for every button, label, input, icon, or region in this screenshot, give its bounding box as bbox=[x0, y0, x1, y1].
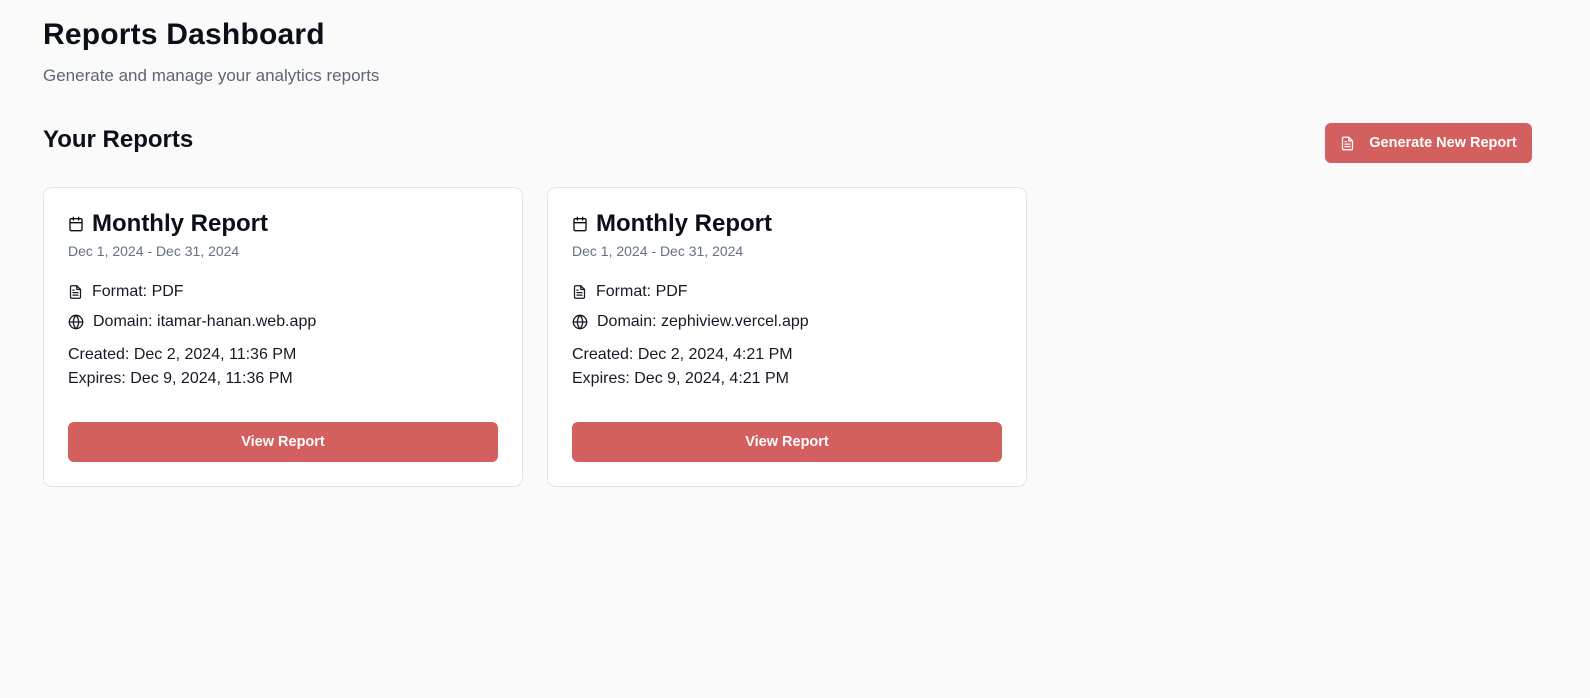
file-text-icon bbox=[68, 284, 83, 300]
generate-new-report-button[interactable]: Generate New Report bbox=[1325, 123, 1532, 163]
report-card: Monthly Report Dec 1, 2024 - Dec 31, 202… bbox=[43, 187, 523, 487]
report-format-row: Format: PDF bbox=[572, 283, 1002, 301]
report-dates: Created: Dec 2, 2024, 11:36 PM Expires: … bbox=[68, 343, 498, 391]
page-title: Reports Dashboard bbox=[43, 18, 325, 51]
report-domain: Domain: itamar-hanan.web.app bbox=[93, 313, 317, 330]
view-report-button[interactable]: View Report bbox=[572, 422, 1002, 462]
report-date-range: Dec 1, 2024 - Dec 31, 2024 bbox=[68, 243, 240, 259]
report-format-row: Format: PDF bbox=[68, 283, 498, 301]
report-dates: Created: Dec 2, 2024, 4:21 PM Expires: D… bbox=[572, 343, 1002, 391]
globe-icon bbox=[572, 314, 588, 330]
report-domain-row: Domain: itamar-hanan.web.app bbox=[68, 313, 498, 331]
file-text-icon bbox=[1340, 135, 1355, 152]
reports-dashboard-page: Reports Dashboard Generate and manage yo… bbox=[0, 0, 1590, 698]
generate-new-report-label: Generate New Report bbox=[1369, 135, 1517, 151]
report-title: Monthly Report bbox=[596, 210, 772, 237]
report-domain: Domain: zephiview.vercel.app bbox=[597, 313, 809, 330]
report-title: Monthly Report bbox=[92, 210, 268, 237]
report-expires: Expires: Dec 9, 2024, 11:36 PM bbox=[68, 370, 293, 387]
report-domain-row: Domain: zephiview.vercel.app bbox=[572, 313, 1002, 331]
report-cards: Monthly Report Dec 1, 2024 - Dec 31, 202… bbox=[43, 187, 1027, 487]
file-text-icon bbox=[572, 284, 587, 300]
report-format: Format: PDF bbox=[596, 283, 688, 300]
report-created: Created: Dec 2, 2024, 11:36 PM bbox=[68, 346, 297, 363]
view-report-button[interactable]: View Report bbox=[68, 422, 498, 462]
report-expires: Expires: Dec 9, 2024, 4:21 PM bbox=[572, 370, 789, 387]
report-created: Created: Dec 2, 2024, 4:21 PM bbox=[572, 346, 793, 363]
section-title: Your Reports bbox=[43, 126, 194, 153]
report-format: Format: PDF bbox=[92, 283, 184, 300]
report-card-header: Monthly Report bbox=[572, 210, 1002, 238]
page-subtitle: Generate and manage your analytics repor… bbox=[43, 66, 380, 85]
report-card: Monthly Report Dec 1, 2024 - Dec 31, 202… bbox=[547, 187, 1027, 487]
calendar-icon bbox=[572, 216, 588, 232]
calendar-icon bbox=[68, 216, 84, 232]
report-date-range: Dec 1, 2024 - Dec 31, 2024 bbox=[572, 243, 744, 259]
globe-icon bbox=[68, 314, 84, 330]
report-card-header: Monthly Report bbox=[68, 210, 498, 238]
